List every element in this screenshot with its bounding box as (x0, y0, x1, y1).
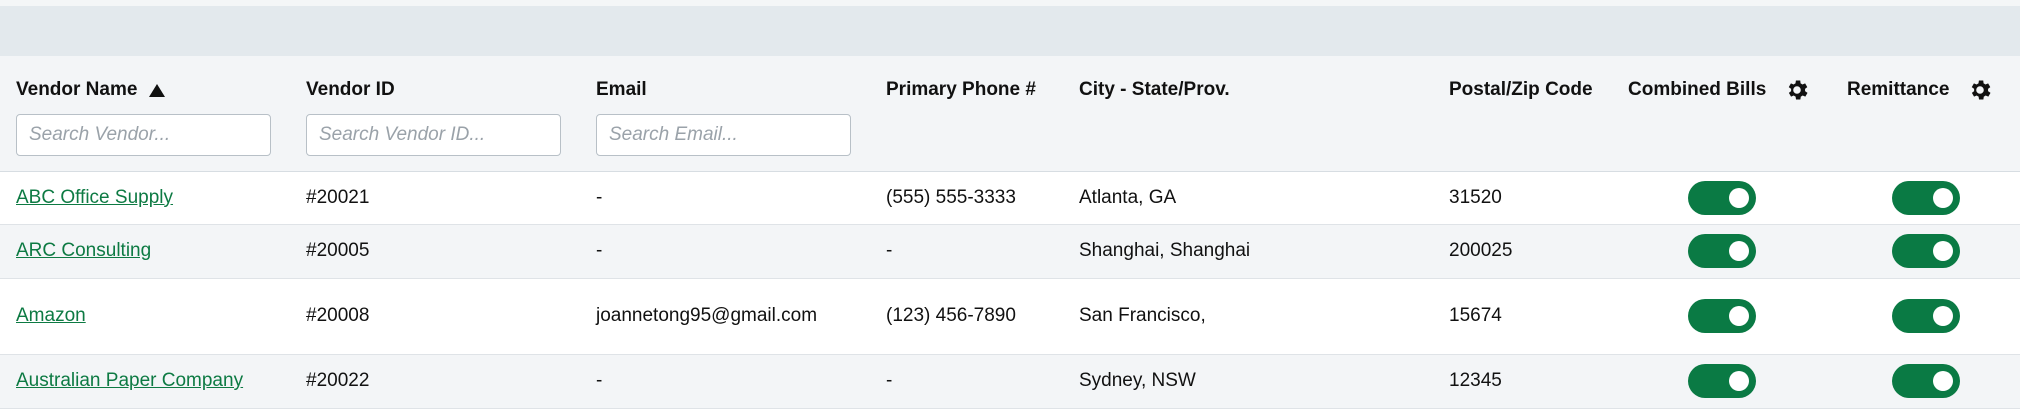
toggle-knob (1728, 306, 1749, 326)
vendor-name-cell: Amazon (0, 278, 290, 355)
column-label: Primary Phone # (886, 79, 1036, 100)
postal-cell: 200025 (1433, 224, 1612, 279)
vendor-name-cell: ARC Consulting (0, 224, 290, 279)
remittance-cell (1831, 171, 2020, 225)
vendor-name-cell: ABC Office Supply (0, 171, 290, 225)
column-header-vendor-name[interactable]: Vendor Name (0, 56, 290, 172)
remittance-cell (1831, 354, 2020, 409)
city-cell: Atlanta, GA (1063, 171, 1433, 225)
phone-cell: (123) 456-7890 (870, 278, 1063, 355)
search-email-input[interactable] (596, 114, 851, 156)
column-label: Vendor ID (306, 79, 395, 100)
vendor-name-cell: Australian Paper Company (0, 354, 290, 409)
phone-cell: - (870, 224, 1063, 279)
toggle-knob (1932, 241, 1953, 261)
email-cell: joannetong95@gmail.com (580, 278, 870, 355)
combined-bills-toggle[interactable] (1687, 299, 1756, 333)
top-bar (0, 0, 2020, 56)
table-row: Australian Paper Company #20022 - - Sydn… (0, 354, 2020, 409)
remittance-toggle[interactable] (1891, 180, 1960, 215)
city-cell: Shanghai, Shanghai (1063, 224, 1433, 279)
sort-ascending-icon[interactable] (149, 83, 166, 97)
postal-cell: 12345 (1433, 354, 1612, 409)
vendor-table: Vendor Name Vendor ID Email Primary Phon… (0, 56, 2020, 409)
combined-bills-cell (1612, 278, 1831, 355)
table-row: Amazon #20008 joannetong95@gmail.com (12… (0, 278, 2020, 355)
email-cell: - (580, 224, 870, 279)
email-cell: - (580, 354, 870, 409)
combined-bills-toggle[interactable] (1687, 364, 1756, 398)
email-cell: - (580, 171, 870, 225)
gear-icon[interactable] (1784, 77, 1810, 103)
toggle-knob (1932, 306, 1953, 326)
search-vendor-input[interactable] (16, 114, 271, 156)
vendor-link[interactable]: Amazon (16, 305, 86, 326)
column-label: Postal/Zip Code (1449, 79, 1593, 100)
column-label: City - State/Prov. (1079, 79, 1230, 100)
table-row: ARC Consulting #20005 - - Shanghai, Shan… (0, 224, 2020, 279)
combined-bills-toggle[interactable] (1687, 180, 1756, 215)
remittance-toggle[interactable] (1891, 299, 1960, 333)
column-header-postal[interactable]: Postal/Zip Code (1433, 56, 1612, 172)
column-header-email[interactable]: Email (580, 56, 870, 172)
toggle-knob (1728, 187, 1749, 208)
city-cell: Sydney, NSW (1063, 354, 1433, 409)
toggle-knob (1728, 241, 1749, 261)
vendor-link[interactable]: ABC Office Supply (16, 187, 173, 208)
table-row: ABC Office Supply #20021 - (555) 555-333… (0, 171, 2020, 225)
vendor-link[interactable]: Australian Paper Company (16, 370, 243, 391)
column-header-city[interactable]: City - State/Prov. (1063, 56, 1433, 172)
column-header-vendor-id[interactable]: Vendor ID (290, 56, 580, 172)
search-vendor-id-input[interactable] (306, 114, 561, 156)
phone-cell: - (870, 354, 1063, 409)
remittance-toggle[interactable] (1891, 234, 1960, 268)
vendor-link[interactable]: ARC Consulting (16, 240, 151, 261)
city-cell: San Francisco, (1063, 278, 1433, 355)
vendor-id-cell: #20005 (290, 224, 580, 279)
toggle-knob (1728, 371, 1749, 391)
postal-cell: 31520 (1433, 171, 1612, 225)
remittance-cell (1831, 278, 2020, 355)
vendor-id-cell: #20022 (290, 354, 580, 409)
toggle-knob (1932, 187, 1953, 208)
combined-bills-toggle[interactable] (1687, 234, 1756, 268)
postal-cell: 15674 (1433, 278, 1612, 355)
vendor-id-cell: #20021 (290, 171, 580, 225)
toggle-knob (1932, 371, 1953, 391)
table-header-row: Vendor Name Vendor ID Email Primary Phon… (0, 56, 2020, 172)
vendor-id-cell: #20008 (290, 278, 580, 355)
column-header-remittance: Remittance (1831, 56, 2020, 172)
remittance-cell (1831, 224, 2020, 279)
phone-cell: (555) 555-3333 (870, 171, 1063, 225)
combined-bills-cell (1612, 171, 1831, 225)
column-header-combined-bills: Combined Bills (1612, 56, 1831, 172)
combined-bills-cell (1612, 354, 1831, 409)
column-header-phone[interactable]: Primary Phone # (870, 56, 1063, 172)
column-label: Combined Bills (1628, 79, 1767, 100)
column-label: Vendor Name (16, 79, 138, 100)
gear-icon[interactable] (1967, 77, 1993, 103)
column-label: Remittance (1847, 79, 1950, 100)
remittance-toggle[interactable] (1891, 364, 1960, 398)
column-label: Email (596, 79, 647, 100)
combined-bills-cell (1612, 224, 1831, 279)
